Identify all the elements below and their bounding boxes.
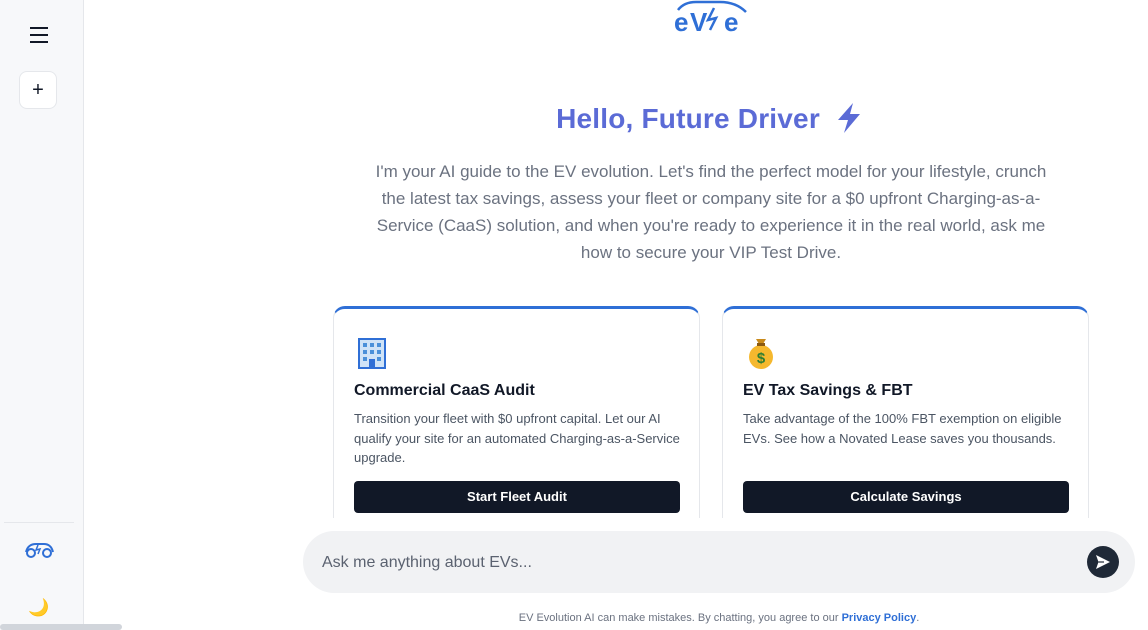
- disclaimer-end: .: [916, 612, 920, 624]
- svg-text:e: e: [724, 7, 738, 36]
- card-title: Commercial CaaS Audit: [354, 382, 535, 399]
- sidebar: + 🌙: [0, 0, 84, 630]
- ev-car-logo-icon[interactable]: [22, 539, 56, 559]
- page-title: Hello, Future Driver: [400, 102, 1020, 135]
- start-fleet-audit-button[interactable]: Start Fleet Audit: [354, 481, 680, 513]
- commercial-caas-audit-card: Commercial CaaS Audit Transition your fl…: [333, 306, 700, 518]
- chat-input[interactable]: [320, 549, 1064, 577]
- svg-text:V: V: [690, 7, 708, 36]
- new-chat-button[interactable]: +: [19, 71, 57, 109]
- privacy-policy-link[interactable]: Privacy Policy: [842, 612, 917, 624]
- send-arrow-icon: [1096, 555, 1110, 569]
- svg-text:$: $: [757, 350, 766, 367]
- plus-icon: +: [32, 78, 44, 101]
- send-button[interactable]: [1087, 546, 1119, 578]
- hamburger-menu-icon[interactable]: [24, 20, 54, 48]
- calculate-savings-button[interactable]: Calculate Savings: [743, 481, 1069, 513]
- ev-evolution-logo: e V e: [672, 0, 752, 37]
- card-title: EV Tax Savings & FBT: [743, 382, 913, 399]
- chat-composer: [303, 531, 1135, 593]
- card-description: Take advantage of the 100% FBT exemption…: [743, 411, 1062, 446]
- intro-text: I'm your AI guide to the EV evolution. L…: [375, 162, 1047, 262]
- office-building-icon: [354, 335, 390, 371]
- disclaimer: EV Evolution AI can make mistakes. By ch…: [303, 612, 1135, 624]
- sidebar-divider: [4, 522, 74, 523]
- horizontal-scrollbar[interactable]: [0, 624, 122, 630]
- svg-text:e: e: [674, 7, 688, 36]
- money-bag-icon: $: [743, 335, 779, 371]
- moon-icon[interactable]: 🌙: [27, 596, 51, 620]
- lightning-bolt-icon: [837, 103, 860, 133]
- disclaimer-text: EV Evolution AI can make mistakes. By ch…: [518, 612, 839, 624]
- page-title-text: Hello, Future Driver: [556, 103, 820, 134]
- ev-tax-savings-card: $ EV Tax Savings & FBT Take advantage of…: [722, 306, 1089, 518]
- card-description: Transition your fleet with $0 upfront ca…: [354, 411, 680, 465]
